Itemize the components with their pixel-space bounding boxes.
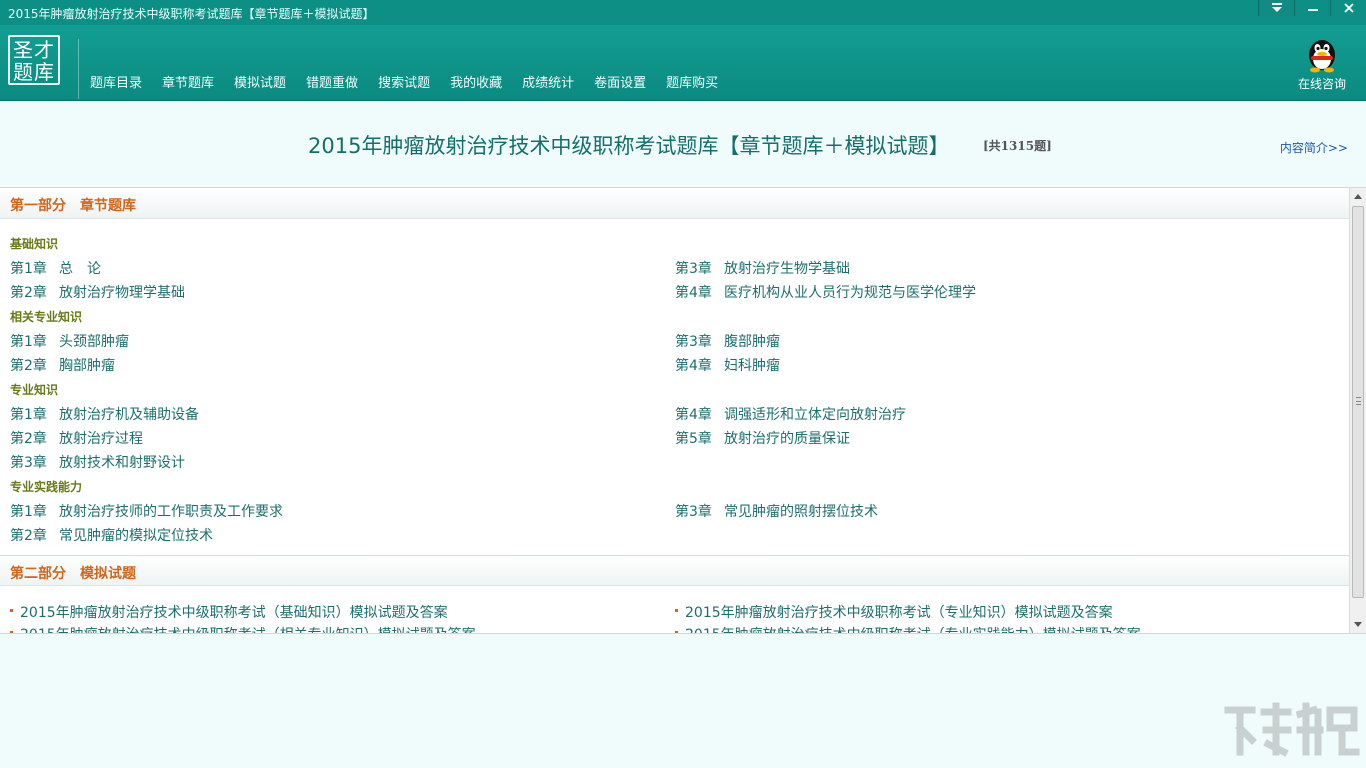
chapter-professional-4[interactable]: 第4章 调强适形和立体定向放射治疗 [675, 404, 906, 424]
nav-item-settings[interactable]: 卷面设置 [584, 75, 656, 93]
chapter-practice-3[interactable]: 第3章 常见肿瘤的照射摆位技术 [675, 501, 878, 521]
page-title: 2015年肿瘤放射治疗技术中级职称考试题库【章节题库＋模拟试题】 [308, 134, 950, 158]
mock-exam-link-practice[interactable]: 2015年肿瘤放射治疗技术中级职称考试（专业实践能力）模拟试题及答案 [685, 624, 1141, 633]
bullet-icon [10, 631, 13, 633]
nav-item-chapter-bank[interactable]: 章节题库 [152, 75, 224, 93]
bullet-icon [10, 609, 13, 612]
close-icon [1343, 3, 1354, 13]
chapter-practice-1[interactable]: 第1章 放射治疗技师的工作职责及工作要求 [10, 501, 283, 521]
window-title: 2015年肿瘤放射治疗技术中级职称考试题库【章节题库＋模拟试题】 [8, 7, 375, 21]
question-count: [共1315题] [983, 139, 1052, 153]
chapter-related-4[interactable]: 第4章 妇科肿瘤 [675, 355, 780, 375]
vertical-scrollbar[interactable] [1349, 188, 1366, 633]
close-button[interactable] [1330, 0, 1366, 16]
online-consult-button[interactable]: 在线咨询 [1296, 33, 1348, 92]
chapter-basic-4[interactable]: 第4章 医疗机构从业人员行为规范与医学伦理学 [675, 282, 976, 302]
chapter-professional-5[interactable]: 第5章 放射治疗的质量保证 [675, 428, 850, 448]
header-divider [78, 39, 79, 99]
qq-penguin-icon [1304, 33, 1340, 73]
chapter-related-2[interactable]: 第2章 胸部肿瘤 [10, 355, 115, 375]
chapter-professional-1[interactable]: 第1章 放射治疗机及辅助设备 [10, 404, 199, 424]
bullet-icon [675, 631, 678, 633]
nav-item-search[interactable]: 搜索试题 [368, 75, 440, 93]
window-controls [1258, 0, 1366, 18]
logo-line-2: 题库 [13, 60, 55, 84]
scroll-up-button[interactable] [1350, 188, 1366, 205]
bullet-icon [675, 609, 678, 612]
online-consult-label: 在线咨询 [1297, 77, 1346, 91]
chapter-related-1[interactable]: 第1章 头颈部肿瘤 [10, 331, 129, 351]
chevron-down-icon [1271, 3, 1283, 13]
mock-exam-link-basic[interactable]: 2015年肿瘤放射治疗技术中级职称考试（基础知识）模拟试题及答案 [20, 602, 448, 622]
chapter-basic-1[interactable]: 第1章总 论 [10, 258, 101, 278]
minimize-icon [1307, 3, 1318, 13]
chapter-related-3[interactable]: 第3章 腹部肿瘤 [675, 331, 780, 351]
part2-title: 第二部分 模拟试题 [10, 566, 136, 582]
app-logo: 圣才 题库 [8, 35, 60, 85]
nav-item-redo-mistakes[interactable]: 错题重做 [296, 75, 368, 93]
scroll-grip-icon [1356, 397, 1361, 405]
group-title-basic: 基础知识 [10, 237, 59, 251]
mock-exam-link-professional[interactable]: 2015年肿瘤放射治疗技术中级职称考试（专业知识）模拟试题及答案 [685, 602, 1113, 622]
nav-item-favorites[interactable]: 我的收藏 [440, 75, 512, 93]
part1-header: 第一部分 章节题库 [0, 188, 1349, 219]
chapter-professional-3[interactable]: 第3章 放射技术和射野设计 [10, 452, 185, 472]
chapter-basic-2[interactable]: 第2章 放射治疗物理学基础 [10, 282, 185, 302]
window-titlebar: 2015年肿瘤放射治疗技术中级职称考试题库【章节题库＋模拟试题】 [0, 0, 1366, 25]
part2-header: 第二部分 模拟试题 [0, 555, 1349, 586]
group-title-practice: 专业实践能力 [10, 480, 83, 494]
scroll-thumb[interactable] [1352, 206, 1364, 598]
nav-item-statistics[interactable]: 成绩统计 [512, 75, 584, 93]
group-title-related: 相关专业知识 [10, 310, 83, 324]
group-title-professional: 专业知识 [10, 383, 59, 397]
watermark-logo [1222, 700, 1362, 762]
nav-item-mock-exam[interactable]: 模拟试题 [224, 75, 296, 93]
app-header: 圣才 题库 题库目录 章节题库 模拟试题 错题重做 搜索试题 我的收藏 成绩统计… [0, 25, 1366, 101]
arrow-down-icon [1354, 622, 1362, 627]
page-heading-area: 2015年肿瘤放射治疗技术中级职称考试题库【章节题库＋模拟试题】 [共1315题… [0, 101, 1366, 187]
logo-line-1: 圣才 [13, 38, 55, 62]
minimize-button[interactable] [1294, 0, 1330, 16]
chapter-basic-3[interactable]: 第3章 放射治疗生物学基础 [675, 258, 850, 278]
intro-link[interactable]: 内容简介>> [1280, 139, 1348, 156]
content-panel: 第一部分 章节题库 基础知识 第1章总 论 第2章 放射治疗物理学基础 第3章 放射… [0, 187, 1366, 634]
mock-exam-link-related[interactable]: 2015年肿瘤放射治疗技术中级职称考试（相关专业知识）模拟试题及答案 [20, 624, 476, 633]
main-nav: 题库目录 章节题库 模拟试题 错题重做 搜索试题 我的收藏 成绩统计 卷面设置 … [80, 75, 728, 93]
chapter-practice-2[interactable]: 第2章 常见肿瘤的模拟定位技术 [10, 525, 213, 545]
scroll-down-button[interactable] [1350, 616, 1366, 633]
arrow-up-icon [1354, 194, 1362, 199]
nav-item-catalog[interactable]: 题库目录 [80, 75, 152, 93]
part1-title: 第一部分 章节题库 [10, 198, 136, 214]
window-menu-button[interactable] [1258, 0, 1294, 16]
nav-item-purchase[interactable]: 题库购买 [656, 75, 728, 93]
chapter-professional-2[interactable]: 第2章 放射治疗过程 [10, 428, 143, 448]
